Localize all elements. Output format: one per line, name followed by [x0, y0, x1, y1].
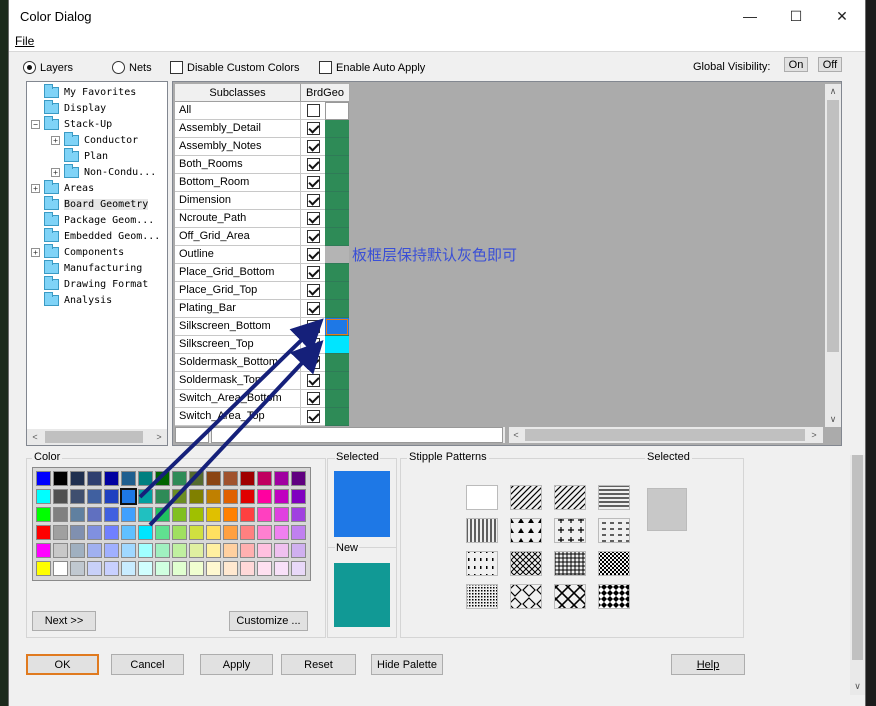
arrow-to-silkscreen-top [148, 340, 324, 527]
annotation-arrows [138, 318, 324, 527]
arrow-to-silkscreen-bottom [138, 318, 324, 499]
